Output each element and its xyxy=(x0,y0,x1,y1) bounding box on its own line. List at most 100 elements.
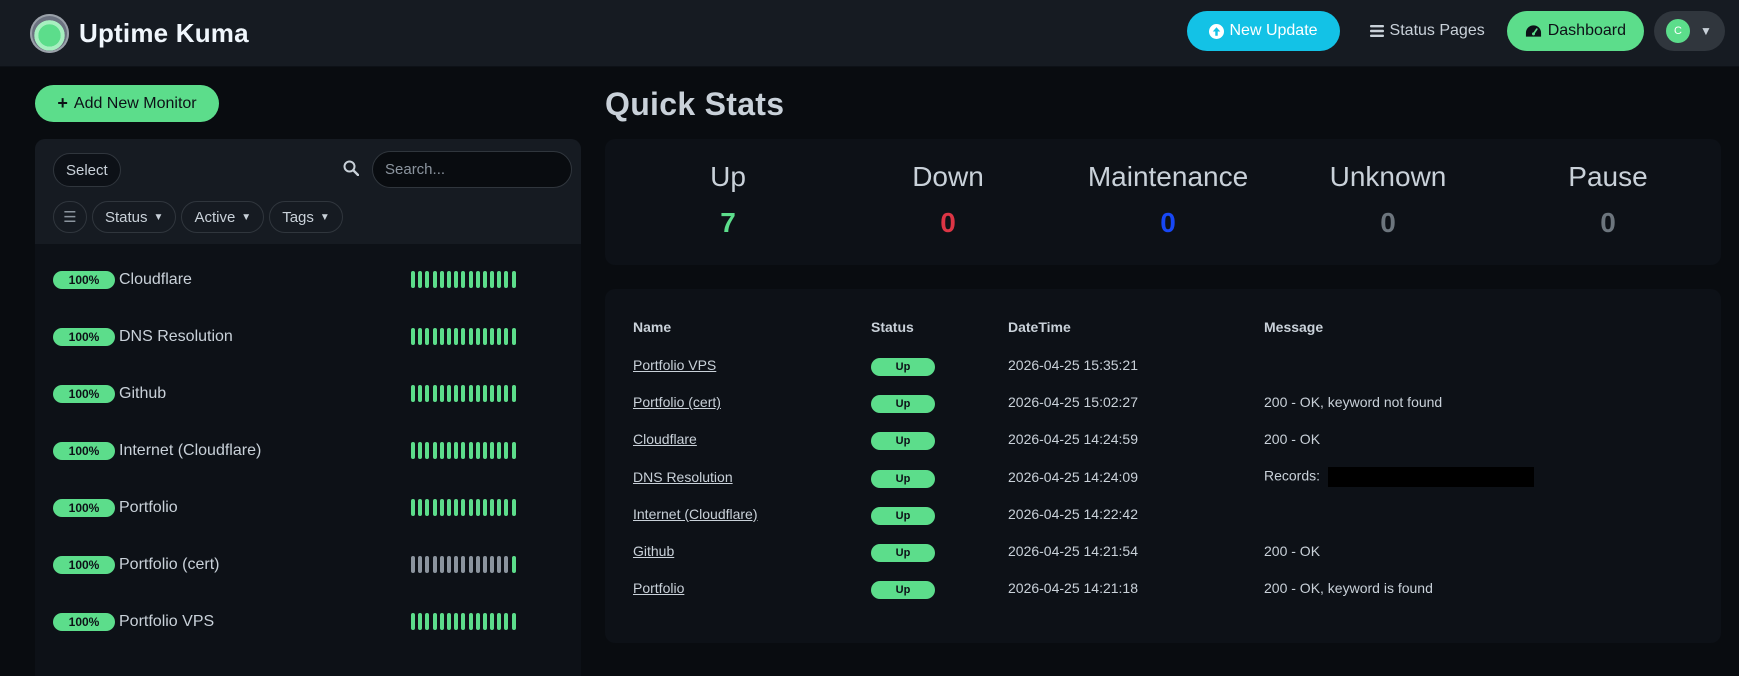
event-monitor-link[interactable]: Portfolio (cert) xyxy=(633,394,721,410)
heartbeat-tick xyxy=(490,328,495,345)
heartbeat-tick xyxy=(411,442,415,459)
add-new-monitor-label: Add New Monitor xyxy=(73,94,197,112)
select-button[interactable]: Select xyxy=(53,153,121,187)
heartbeat-tick xyxy=(418,442,423,459)
event-message: 200 - OK xyxy=(1264,543,1321,559)
heartbeat-tick xyxy=(446,613,451,630)
heartbeat-tick xyxy=(425,613,430,630)
event-monitor-link[interactable]: Portfolio VPS xyxy=(633,357,716,373)
heartbeat-tick xyxy=(497,328,502,345)
heartbeat-tick xyxy=(482,385,487,402)
add-new-monitor-button[interactable]: + Add New Monitor xyxy=(35,85,219,122)
heartbeat-bar xyxy=(411,499,516,516)
monitor-name: Internet (Cloudflare) xyxy=(119,442,262,459)
monitor-name: Portfolio xyxy=(119,499,178,516)
event-monitor-link[interactable]: Portfolio xyxy=(633,580,684,596)
heartbeat-tick xyxy=(461,442,466,459)
heartbeat-tick xyxy=(454,442,459,459)
filter-menu-button[interactable]: ☰ xyxy=(53,201,87,233)
uptime-percent-badge: 100% xyxy=(53,442,115,460)
stat-label: Down xyxy=(912,161,984,192)
brand-link[interactable]: Uptime Kuma xyxy=(30,13,249,53)
dashboard-button[interactable]: Dashboard xyxy=(1506,11,1644,51)
heartbeat-tick xyxy=(432,385,437,402)
monitor-list-header: Select ☰ Status ▼ Active ▼ Tags ▼ xyxy=(35,139,581,244)
heartbeat-tick xyxy=(439,442,444,459)
gauge-icon xyxy=(1525,25,1541,37)
heartbeat-tick xyxy=(446,499,451,516)
monitor-item[interactable]: 100% Github xyxy=(53,381,563,407)
monitor-list: Select ☰ Status ▼ Active ▼ Tags ▼ 100% xyxy=(35,139,581,676)
monitor-item[interactable]: 100% Cloudflare xyxy=(53,267,563,293)
heartbeat-tick xyxy=(497,442,502,459)
heartbeat-tick xyxy=(418,556,423,573)
monitor-name: Cloudflare xyxy=(119,271,192,288)
tags-filter[interactable]: Tags ▼ xyxy=(269,201,343,233)
heartbeat-tick xyxy=(425,556,430,573)
heartbeat-tick xyxy=(490,499,495,516)
heartbeat-tick xyxy=(475,556,480,573)
active-filter[interactable]: Active ▼ xyxy=(181,201,265,233)
heartbeat-tick xyxy=(497,271,502,288)
new-update-label: New Update xyxy=(1229,22,1318,39)
heartbeat-bar xyxy=(411,613,516,630)
heartbeat-tick xyxy=(425,499,430,516)
heartbeat-tick xyxy=(511,385,516,402)
brand-name: Uptime Kuma xyxy=(79,17,249,48)
heartbeat-tick xyxy=(468,385,473,402)
event-monitor-link[interactable]: Cloudflare xyxy=(633,431,697,447)
stat-maintenance: Maintenance 0 xyxy=(1058,161,1278,239)
search-input[interactable] xyxy=(372,151,572,188)
monitor-item[interactable]: 100% DNS Resolution xyxy=(53,324,563,350)
status-badge: Up xyxy=(871,358,935,376)
heartbeat-tick xyxy=(432,442,437,459)
heartbeat-tick xyxy=(439,328,444,345)
heartbeat-tick xyxy=(490,442,495,459)
heartbeat-tick xyxy=(468,271,473,288)
heartbeat-tick xyxy=(425,442,430,459)
event-monitor-link[interactable]: Github xyxy=(633,543,674,559)
stat-value: 0 xyxy=(1380,207,1396,238)
heartbeat-tick xyxy=(418,328,423,345)
event-datetime: 2026-04-25 15:02:27 xyxy=(1008,394,1138,410)
stat-up: Up 7 xyxy=(618,161,838,239)
monitor-item[interactable]: 100% Portfolio (cert) xyxy=(53,552,563,578)
heartbeat-tick xyxy=(454,328,459,345)
heartbeat-tick xyxy=(454,556,459,573)
heartbeat-tick xyxy=(425,328,430,345)
heartbeat-tick xyxy=(511,499,516,516)
search-icon[interactable] xyxy=(343,160,359,176)
heartbeat-tick xyxy=(497,613,502,630)
monitor-item[interactable]: 100% Portfolio xyxy=(53,495,563,521)
heartbeat-tick xyxy=(490,271,495,288)
monitor-name: Github xyxy=(119,385,167,402)
monitor-item[interactable]: 100% Internet (Cloudflare) xyxy=(53,438,563,464)
stat-unknown: Unknown 0 xyxy=(1278,161,1498,239)
event-monitor-link[interactable]: Internet (Cloudflare) xyxy=(633,506,758,522)
heartbeat-tick xyxy=(439,613,444,630)
heartbeat-tick xyxy=(411,556,415,573)
heartbeat-tick xyxy=(425,385,430,402)
heartbeat-tick xyxy=(432,271,437,288)
column-header-status: Status xyxy=(871,319,914,335)
dashboard-label: Dashboard xyxy=(1547,22,1626,39)
heartbeat-tick xyxy=(468,613,473,630)
heartbeat-tick xyxy=(446,385,451,402)
status-pages-link[interactable]: Status Pages xyxy=(1369,11,1485,51)
event-datetime: 2026-04-25 14:22:42 xyxy=(1008,506,1138,522)
heartbeat-tick xyxy=(439,271,444,288)
status-filter[interactable]: Status ▼ xyxy=(92,201,177,233)
event-monitor-link[interactable]: DNS Resolution xyxy=(633,469,733,485)
event-datetime: 2026-04-25 14:21:18 xyxy=(1008,580,1138,596)
status-filter-label: Status xyxy=(105,208,148,226)
heartbeat-tick xyxy=(439,385,444,402)
event-message: 200 - OK xyxy=(1264,431,1321,447)
heartbeat-tick xyxy=(482,328,487,345)
heartbeat-tick xyxy=(439,499,444,516)
new-update-button[interactable]: New Update xyxy=(1186,11,1340,51)
heartbeat-tick xyxy=(446,271,451,288)
uptime-percent-badge: 100% xyxy=(53,613,115,631)
monitor-item[interactable]: 100% Portfolio VPS xyxy=(53,609,563,635)
profile-dropdown[interactable]: C ▼ xyxy=(1654,11,1725,51)
event-message: 200 - OK, keyword not found xyxy=(1264,394,1443,410)
